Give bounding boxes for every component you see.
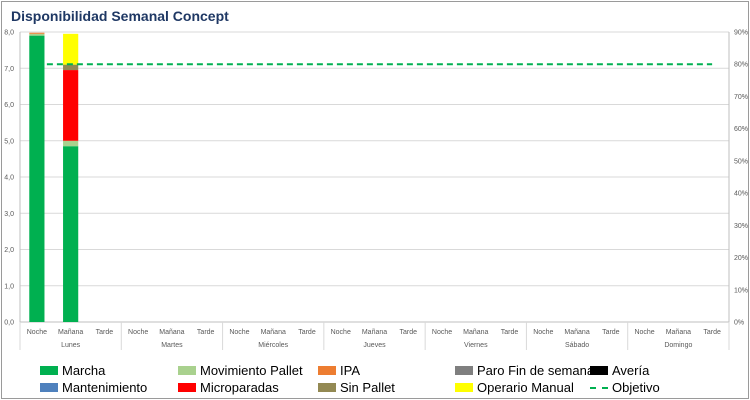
shift-label: Noche xyxy=(229,329,249,336)
legend-item: Operario Manual xyxy=(455,380,574,395)
legend-item: Marcha xyxy=(40,363,105,378)
legend-label: Objetivo xyxy=(612,380,660,395)
shift-label: Tarde xyxy=(298,329,316,336)
legend-label: Movimiento Pallet xyxy=(200,363,303,378)
legend-swatch xyxy=(455,366,473,375)
legend-item: Movimiento Pallet xyxy=(178,363,303,378)
legend-label: Avería xyxy=(612,363,650,378)
bar-segment xyxy=(63,64,79,71)
shift-label: Tarde xyxy=(96,329,114,336)
shift-label: Mañana xyxy=(159,329,184,336)
y-tick-label: 3,0 xyxy=(4,211,14,218)
y2-tick-label: 0% xyxy=(734,320,744,327)
shift-label: Mañana xyxy=(564,329,589,336)
legend-dash-swatch xyxy=(590,386,608,389)
y2-tick-label: 50% xyxy=(734,158,748,165)
shift-label: Noche xyxy=(128,329,148,336)
bar-segment xyxy=(29,35,45,322)
chart-legend: Marcha Movimiento Pallet IPA Paro Fin de se… xyxy=(0,358,750,400)
y-tick-label: 7,0 xyxy=(4,66,14,73)
legend-swatch xyxy=(40,383,58,392)
legend-label: Mantenimiento xyxy=(62,380,148,395)
bar-segment xyxy=(29,32,45,34)
y-tick-label: 1,0 xyxy=(4,283,14,290)
legend-label: Paro Fin de semana xyxy=(477,363,595,378)
y2-tick-label: 30% xyxy=(734,223,748,230)
y-tick-label: 2,0 xyxy=(4,247,14,254)
day-label: Lunes xyxy=(61,342,81,349)
legend-item: Microparadas xyxy=(178,380,279,395)
day-label: Viernes xyxy=(464,342,488,349)
shift-label: Mañana xyxy=(463,329,488,336)
day-label: Jueves xyxy=(363,342,386,349)
legend-item: Objetivo xyxy=(590,380,660,395)
bar-segment xyxy=(63,140,79,147)
bar-segment xyxy=(63,146,79,322)
shift-label: Tarde xyxy=(602,329,620,336)
legend-label: Operario Manual xyxy=(477,380,574,395)
legend-item: Avería xyxy=(590,363,649,378)
shift-label: Noche xyxy=(331,329,351,336)
shift-label: Tarde xyxy=(197,329,215,336)
shift-label: Noche xyxy=(634,329,654,336)
y2-tick-label: 40% xyxy=(734,191,748,198)
shift-label: Noche xyxy=(27,329,47,336)
legend-label: Microparadas xyxy=(200,380,279,395)
legend-label: Marcha xyxy=(62,363,106,378)
legend-swatch xyxy=(318,383,336,392)
legend-swatch xyxy=(178,366,196,375)
bar-segment xyxy=(63,70,79,141)
shift-label: Tarde xyxy=(501,329,519,336)
legend-swatch xyxy=(590,366,608,375)
y-tick-label: 5,0 xyxy=(4,138,14,145)
day-label: Sábado xyxy=(565,342,589,349)
shift-label: Tarde xyxy=(400,329,418,336)
y2-tick-label: 10% xyxy=(734,287,748,294)
y2-tick-label: 90% xyxy=(734,30,748,37)
shift-label: Mañana xyxy=(58,329,83,336)
legend-label: IPA xyxy=(340,363,360,378)
shift-label: Mañana xyxy=(666,329,691,336)
stacked-bar-chart: 0,0 1,0 2,0 3,0 4,0 5,0 6,0 7,0 8,0 0% 10% 20% 30% 40… xyxy=(4,30,748,350)
y2-tick-label: 80% xyxy=(734,62,748,69)
bar-segment xyxy=(63,33,79,65)
legend-label: Sin Pallet xyxy=(340,380,395,395)
shift-label: Mañana xyxy=(362,329,387,336)
day-label: Domingo xyxy=(664,342,692,349)
legend-item: Mantenimiento xyxy=(40,380,147,395)
day-label: Martes xyxy=(161,342,183,349)
legend-swatch xyxy=(318,366,336,375)
y2-tick-label: 20% xyxy=(734,255,748,262)
y-tick-label: 6,0 xyxy=(4,102,14,109)
y-tick-label: 0,0 xyxy=(4,320,14,327)
y2-tick-label: 60% xyxy=(734,126,748,133)
day-label: Miércoles xyxy=(258,342,288,349)
legend-swatch xyxy=(40,366,58,375)
legend-item: Paro Fin de semana xyxy=(455,363,594,378)
bar-segment xyxy=(29,33,45,36)
shift-label: Tarde xyxy=(703,329,721,336)
legend-swatch xyxy=(455,383,473,392)
legend-item: Sin Pallet xyxy=(318,380,395,395)
y-tick-label: 8,0 xyxy=(4,30,14,37)
y2-tick-label: 70% xyxy=(734,94,748,101)
shift-label: Noche xyxy=(533,329,553,336)
legend-swatch xyxy=(178,383,196,392)
y-tick-label: 4,0 xyxy=(4,175,14,182)
shift-label: Mañana xyxy=(261,329,286,336)
legend-item: IPA xyxy=(318,363,360,378)
shift-label: Noche xyxy=(432,329,452,336)
